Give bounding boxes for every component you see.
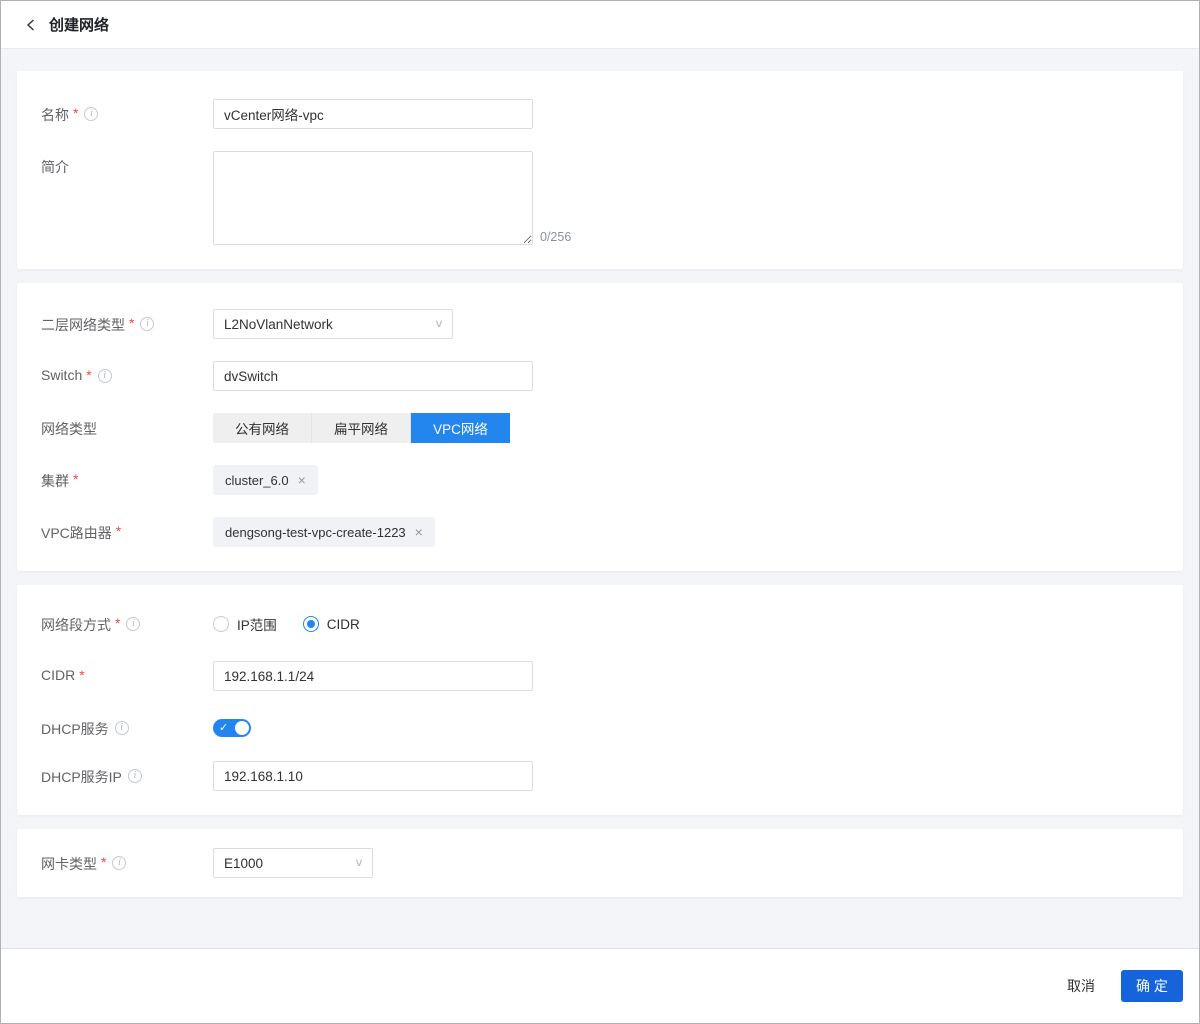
chevron-left-icon — [25, 18, 37, 32]
segment-mode-label-text: 网络段方式 — [41, 615, 111, 635]
cidr-input[interactable] — [213, 661, 533, 691]
l2-network-card: 二层网络类型 * i L2NoVlanNetwork ∨ Switch * i … — [17, 283, 1183, 571]
toggle-knob — [235, 721, 249, 735]
nic-type-card: 网卡类型 * i E1000 ∨ — [17, 829, 1183, 897]
network-type-row: 网络类型 公有网络 扁平网络 VPC网络 — [41, 413, 1159, 443]
cluster-tag[interactable]: cluster_6.0 × — [213, 465, 318, 495]
cluster-tag-text: cluster_6.0 — [225, 473, 289, 488]
segment-mode-radio-group: IP范围 CIDR — [213, 609, 386, 639]
required-mark: * — [73, 105, 78, 121]
vpc-router-label-text: VPC路由器 — [41, 523, 112, 543]
name-label: 名称 * i — [41, 99, 213, 129]
info-icon[interactable]: i — [115, 721, 129, 735]
network-type-label-text: 网络类型 — [41, 419, 97, 439]
segment-mode-label: 网络段方式 * i — [41, 609, 213, 639]
dhcp-service-label: DHCP服务 i — [41, 713, 213, 739]
l2-type-label-text: 二层网络类型 — [41, 315, 125, 335]
l2-type-row: 二层网络类型 * i L2NoVlanNetwork ∨ — [41, 309, 1159, 339]
close-icon[interactable]: × — [415, 525, 423, 539]
radio-cidr[interactable]: CIDR — [303, 616, 360, 632]
nic-type-select[interactable]: E1000 ∨ — [213, 848, 373, 878]
nic-type-select-value: E1000 — [224, 856, 263, 871]
radio-ip-range[interactable]: IP范围 — [213, 614, 277, 634]
info-icon[interactable]: i — [112, 856, 126, 870]
network-type-segmented: 公有网络 扁平网络 VPC网络 — [213, 413, 510, 443]
vpc-router-label: VPC路由器 * — [41, 517, 213, 547]
confirm-button[interactable]: 确 定 — [1121, 970, 1183, 1002]
vpc-router-row: VPC路由器 * dengsong-test-vpc-create-1223 × — [41, 517, 1159, 547]
radio-ip-range-label: IP范围 — [237, 614, 277, 634]
info-icon[interactable]: i — [84, 107, 98, 121]
cidr-label-text: CIDR — [41, 667, 75, 683]
dhcp-toggle[interactable]: ✓ — [213, 719, 251, 737]
switch-row: Switch * i — [41, 361, 1159, 391]
switch-label-text: Switch — [41, 367, 82, 383]
required-mark: * — [129, 315, 134, 331]
radio-circle-icon — [213, 616, 229, 632]
segment-flat-network[interactable]: 扁平网络 — [312, 413, 411, 443]
name-label-text: 名称 — [41, 105, 69, 125]
dhcp-ip-label-text: DHCP服务IP — [41, 767, 122, 787]
char-counter: 0/256 — [540, 230, 571, 244]
chevron-down-icon: ∨ — [354, 856, 364, 869]
l2-type-select[interactable]: L2NoVlanNetwork ∨ — [213, 309, 453, 339]
dhcp-ip-row: DHCP服务IP i — [41, 761, 1159, 791]
cancel-button[interactable]: 取消 — [1067, 976, 1095, 996]
vpc-router-tag[interactable]: dengsong-test-vpc-create-1223 × — [213, 517, 435, 547]
switch-label: Switch * i — [41, 361, 213, 391]
required-mark: * — [101, 854, 106, 870]
network-type-label: 网络类型 — [41, 413, 213, 443]
dhcp-service-row: DHCP服务 i ✓ — [41, 713, 1159, 739]
dhcp-service-label-text: DHCP服务 — [41, 719, 109, 739]
required-mark: * — [73, 471, 78, 487]
description-label-text: 简介 — [41, 157, 69, 177]
back-button[interactable] — [25, 18, 37, 32]
basic-info-card: 名称 * i 简介 0/256 — [17, 71, 1183, 269]
cidr-row: CIDR * — [41, 661, 1159, 691]
close-icon[interactable]: × — [298, 473, 306, 487]
create-network-page: 创建网络 名称 * i 简介 0/256 二层网络类型 * — [0, 0, 1200, 1024]
nic-type-row: 网卡类型 * i E1000 ∨ — [41, 848, 1159, 878]
cluster-label-text: 集群 — [41, 471, 69, 491]
name-input[interactable] — [213, 99, 533, 129]
segment-public-network[interactable]: 公有网络 — [213, 413, 312, 443]
dhcp-ip-label: DHCP服务IP i — [41, 761, 213, 791]
ip-segment-card: 网络段方式 * i IP范围 CIDR CIDR * — [17, 585, 1183, 815]
l2-type-select-value: L2NoVlanNetwork — [224, 317, 333, 332]
page-header: 创建网络 — [1, 1, 1199, 49]
info-icon[interactable]: i — [128, 769, 142, 783]
description-row: 简介 0/256 — [41, 151, 1159, 245]
check-icon: ✓ — [219, 721, 228, 735]
description-textarea[interactable] — [213, 151, 533, 245]
description-field-wrap: 0/256 — [213, 151, 571, 245]
description-label: 简介 — [41, 151, 213, 245]
segment-mode-row: 网络段方式 * i IP范围 CIDR — [41, 609, 1159, 639]
info-icon[interactable]: i — [98, 369, 112, 383]
cluster-label: 集群 * — [41, 465, 213, 495]
radio-circle-icon — [303, 616, 319, 632]
cidr-label: CIDR * — [41, 661, 213, 691]
cluster-row: 集群 * cluster_6.0 × — [41, 465, 1159, 495]
radio-cidr-label: CIDR — [327, 617, 360, 632]
required-mark: * — [115, 615, 120, 631]
chevron-down-icon: ∨ — [434, 317, 444, 330]
nic-type-label: 网卡类型 * i — [41, 848, 213, 878]
dhcp-ip-input[interactable] — [213, 761, 533, 791]
required-mark: * — [116, 523, 121, 539]
segment-vpc-network[interactable]: VPC网络 — [411, 413, 510, 443]
nic-type-label-text: 网卡类型 — [41, 854, 97, 874]
footer-action-bar: 取消 确 定 — [1, 948, 1199, 1023]
vpc-router-tag-text: dengsong-test-vpc-create-1223 — [225, 525, 406, 540]
page-title: 创建网络 — [49, 14, 109, 35]
required-mark: * — [86, 367, 91, 383]
info-icon[interactable]: i — [126, 617, 140, 631]
switch-input[interactable] — [213, 361, 533, 391]
name-row: 名称 * i — [41, 99, 1159, 129]
required-mark: * — [79, 667, 84, 683]
l2-type-label: 二层网络类型 * i — [41, 309, 213, 339]
info-icon[interactable]: i — [140, 317, 154, 331]
